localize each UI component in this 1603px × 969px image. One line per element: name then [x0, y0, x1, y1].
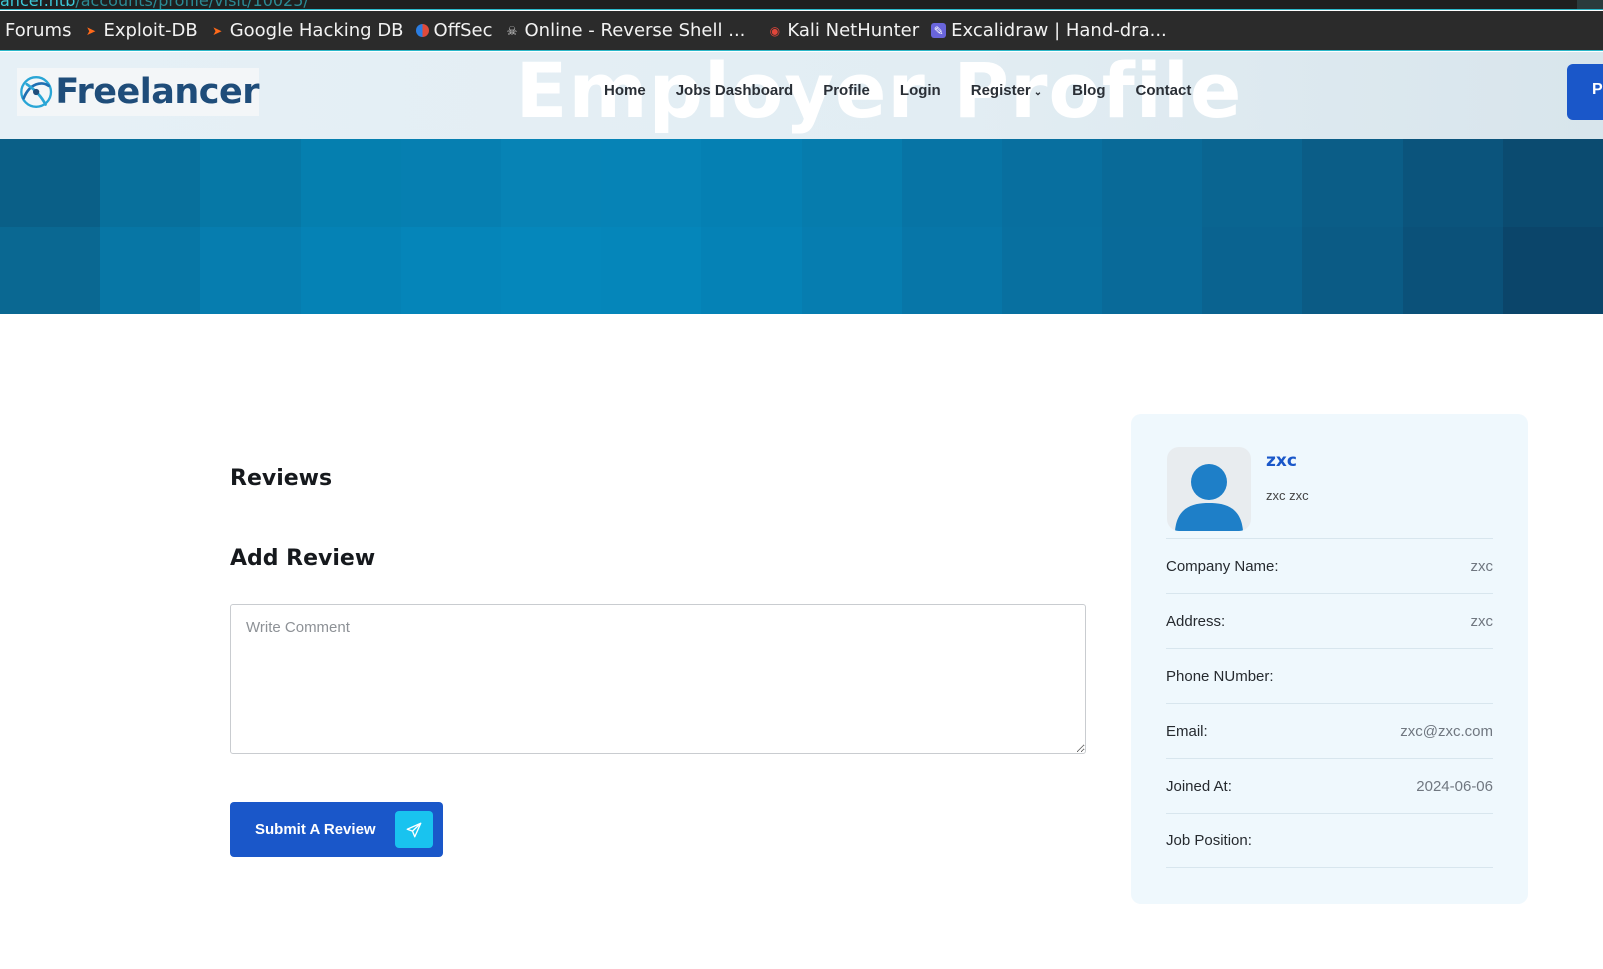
bookmark-label: OffSec	[433, 20, 493, 41]
nav-contact[interactable]: Contact	[1135, 82, 1191, 99]
bookmark-label: Google Hacking DB	[229, 20, 404, 41]
skull-icon: ☠	[506, 23, 518, 38]
bookmark-google-hacking-db[interactable]: ➤ Google Hacking DB	[210, 20, 404, 41]
comment-textarea[interactable]	[230, 604, 1086, 754]
kali-icon: ◉	[769, 23, 781, 38]
main-nav: Home Jobs Dashboard Profile Login Regist…	[604, 82, 1221, 99]
detail-value: zxc	[1470, 612, 1494, 630]
hero-banner: Freelancer Employer Profile Home Jobs Da…	[0, 52, 1603, 314]
profile-full-name: zxc zxc	[1266, 488, 1309, 503]
bookmark-label: Excalidraw | Hand-dra...	[951, 20, 1167, 41]
bookmark-reverse-shell[interactable]: ☠ Online - Reverse Shell ...	[505, 20, 746, 41]
detail-label: Job Position:	[1166, 832, 1252, 849]
bookmark-label: Online - Reverse Shell ...	[524, 20, 746, 41]
nav-blog[interactable]: Blog	[1072, 82, 1105, 99]
send-icon	[395, 811, 433, 848]
employer-profile-card: zxc zxc zxc Company Name: zxc Address: z…	[1131, 414, 1528, 904]
submit-review-label: Submit A Review	[255, 821, 376, 838]
bookmark-label: Kali NetHunter	[787, 20, 920, 41]
detail-value: zxc@zxc.com	[1400, 722, 1493, 740]
detail-row-joined: Joined At: 2024-06-06	[1166, 758, 1493, 813]
logo-mark-icon	[20, 76, 53, 108]
nav-register[interactable]: Register ⌄	[971, 82, 1042, 99]
nav-profile[interactable]: Profile	[823, 82, 870, 99]
detail-label: Company Name:	[1166, 557, 1279, 575]
detail-label: Email:	[1166, 722, 1208, 740]
detail-label: Joined At:	[1166, 777, 1232, 795]
add-review-heading: Add Review	[230, 546, 376, 571]
exploit-db-icon: ➤	[85, 23, 96, 38]
detail-row-email: Email: zxc@zxc.com	[1166, 703, 1493, 758]
reviews-heading: Reviews	[230, 466, 333, 491]
user-avatar-icon	[1175, 464, 1243, 531]
detail-value: zxc	[1470, 557, 1494, 575]
exploit-db-icon: ➤	[212, 23, 223, 38]
bookmark-kali-nethunter[interactable]: ◉ Kali NetHunter	[767, 20, 919, 41]
bookmark-exploit-db[interactable]: ➤ Exploit-DB	[83, 20, 198, 41]
avatar	[1167, 447, 1251, 531]
post-job-button[interactable]: P	[1567, 64, 1603, 120]
freelancer-logo[interactable]: Freelancer	[17, 68, 259, 116]
detail-label: Phone NUmber:	[1166, 667, 1274, 685]
profile-details-list: Company Name: zxc Address: zxc Phone NUm…	[1166, 538, 1493, 868]
detail-row-job-position: Job Position:	[1166, 813, 1493, 868]
detail-value: 2024-06-06	[1416, 777, 1493, 795]
profile-username: zxc	[1266, 451, 1297, 471]
hero-pixel-background	[0, 139, 1603, 314]
nav-login[interactable]: Login	[900, 82, 941, 99]
detail-row-phone: Phone NUmber:	[1166, 648, 1493, 703]
url-bar-end	[1577, 0, 1603, 9]
nav-register-label: Register	[970, 82, 1031, 99]
brand-name: Freelancer	[55, 72, 259, 112]
bookmark-label: Exploit-DB	[103, 20, 198, 41]
nav-jobs-dashboard[interactable]: Jobs Dashboard	[676, 82, 794, 99]
detail-row-company: Company Name: zxc	[1166, 538, 1493, 593]
excalidraw-icon: ✎	[931, 23, 947, 38]
bookmark-label: Forums	[5, 20, 72, 41]
detail-label: Address:	[1166, 612, 1226, 630]
bookmarks-toolbar: Forums ➤ Exploit-DB ➤ Google Hacking DB …	[0, 11, 1603, 51]
chevron-down-icon: ⌄	[1033, 87, 1043, 98]
bookmark-offsec[interactable]: OffSec	[415, 20, 493, 41]
url-text[interactable]: ancer.htb/accounts/profile/visit/10025/	[0, 0, 309, 9]
submit-review-button[interactable]: Submit A Review	[230, 802, 443, 857]
nav-home[interactable]: Home	[604, 82, 646, 99]
browser-url-bar[interactable]: ancer.htb/accounts/profile/visit/10025/	[0, 0, 1603, 10]
detail-row-address: Address: zxc	[1166, 593, 1493, 648]
offsec-icon	[415, 24, 429, 37]
bookmark-excalidraw[interactable]: ✎ Excalidraw | Hand-dra...	[931, 20, 1167, 41]
bookmark-forums[interactable]: Forums	[5, 20, 71, 41]
